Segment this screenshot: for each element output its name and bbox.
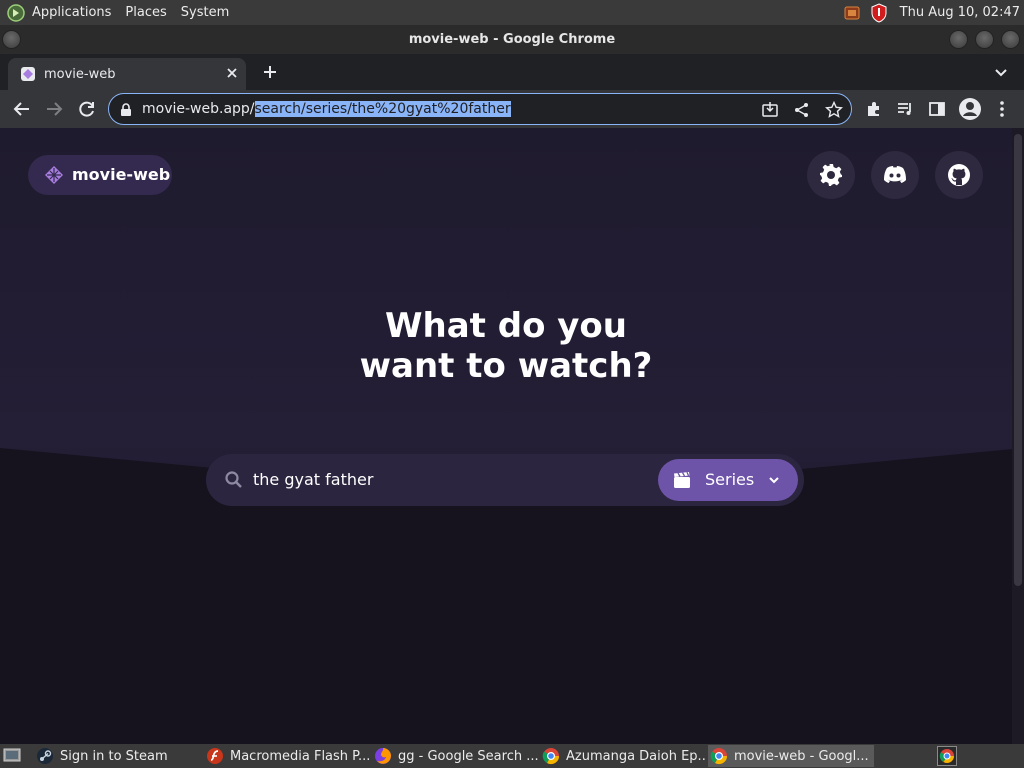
url-text[interactable]: movie-web.app/search/series/the%20gyat%2… [142,101,511,117]
reload-icon[interactable] [77,99,97,119]
window-title: movie-web - Google Chrome [408,32,616,47]
extensions-puzzle-icon[interactable] [865,100,883,118]
applications-menu[interactable]: Applications [32,5,111,20]
web-page: movie-web What do you want to watch? the… [0,128,1024,744]
system-menu-bar: Applications Places System [0,0,243,25]
system-menu[interactable]: System [181,5,229,20]
headline-line-2: want to watch? [359,346,653,386]
task-flash-player[interactable]: Macromedia Flash P... [206,745,370,767]
gnome-foot-icon[interactable] [6,3,26,23]
minimize-button[interactable] [949,30,968,49]
search-input[interactable]: the gyat father [253,470,373,489]
tab-movie-web[interactable]: movie-web [8,58,246,90]
new-tab-icon[interactable] [261,63,279,81]
task-chrome-azumanga[interactable]: Azumanga Daioh Ep... [542,745,706,767]
task-label: gg - Google Search ... [398,748,538,764]
share-icon[interactable] [793,101,811,119]
close-window-button[interactable] [1001,30,1020,49]
search-bar[interactable]: the gyat father Series [206,454,804,506]
media-type-value: Series [705,470,755,489]
tab-search-chevron-down-icon[interactable] [993,64,1009,80]
workspace-switcher-icon[interactable] [937,746,957,766]
forward-icon[interactable] [44,99,64,119]
brand-name: movie-web [72,165,171,184]
search-icon [224,470,244,490]
chrome-icon [710,747,728,765]
flash-icon [206,747,224,765]
lock-icon[interactable] [120,103,132,117]
task-label: Azumanga Daioh Ep... [566,748,706,764]
media-type-select[interactable]: Series [658,459,798,501]
show-desktop-icon[interactable] [3,748,21,764]
system-tray: Thu Aug 10, 02:47 [844,0,1024,25]
tab-title: movie-web [44,67,116,82]
discord-button[interactable] [871,151,919,199]
profile-avatar-icon[interactable] [958,97,982,121]
shield-icon[interactable] [870,2,888,23]
maximize-button[interactable] [975,30,994,49]
task-label: Sign in to Steam [60,748,168,764]
tab-strip: movie-web [0,54,1024,90]
movie-web-logo-icon [44,165,64,185]
url-selected-path: search/series/the%20gyat%20father [254,101,511,117]
settings-button[interactable] [807,151,855,199]
url-host: movie-web.app/ [142,101,255,117]
kebab-menu-icon[interactable] [996,100,1008,118]
task-label: Macromedia Flash P... [230,748,370,764]
address-bar[interactable]: movie-web.app/search/series/the%20gyat%2… [108,93,852,125]
steam-icon [36,747,54,765]
clapperboard-icon [673,471,691,489]
task-steam[interactable]: Sign in to Steam [36,745,201,767]
brand-logo-button[interactable]: movie-web [28,155,172,195]
window-title-bar[interactable]: movie-web - Google Chrome [0,25,1024,54]
task-label: movie-web - Googl... [734,748,869,764]
places-menu[interactable]: Places [125,5,166,20]
side-panel-icon[interactable] [928,100,946,118]
github-icon [947,163,971,187]
close-tab-icon[interactable] [224,65,240,81]
headline-line-1: What do you [384,306,627,346]
system-top-panel: Applications Places System Thu Aug 10, 0… [0,0,1024,25]
firefox-icon [374,747,392,765]
tray-app-icon[interactable] [844,5,860,21]
task-chrome-movie-web[interactable]: movie-web - Googl... [708,745,874,767]
browser-toolbar: movie-web.app/search/series/the%20gyat%2… [0,90,1024,128]
install-app-icon[interactable] [761,101,779,119]
movie-web-favicon-icon [21,67,35,81]
bottom-taskbar: Sign in to Steam Macromedia Flash P... g… [0,744,1024,768]
clock[interactable]: Thu Aug 10, 02:47 [900,5,1020,20]
chevron-down-icon [767,473,781,487]
page-scrollbar[interactable] [1012,128,1024,744]
page-headline: What do you want to watch? [0,306,1012,386]
gear-icon [819,163,843,187]
task-firefox-google-search[interactable]: gg - Google Search ... [374,745,538,767]
github-button[interactable] [935,151,983,199]
scrollbar-thumb[interactable] [1014,134,1022,586]
discord-icon [883,165,907,185]
bookmark-star-icon[interactable] [825,101,843,119]
media-controls-icon[interactable] [896,100,914,118]
back-icon[interactable] [12,99,32,119]
chrome-icon [542,747,560,765]
